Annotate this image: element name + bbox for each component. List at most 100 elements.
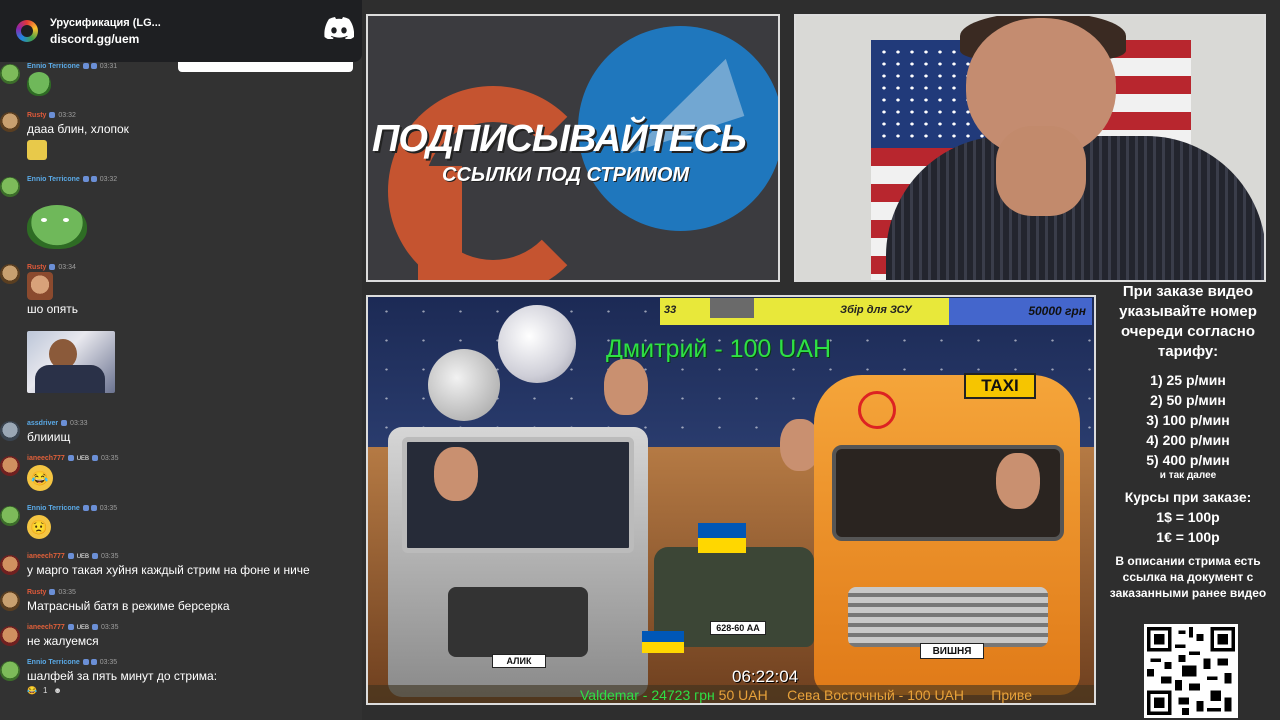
promo-subtitle: ССЫЛКИ ПОД СТРИМОМ <box>442 164 690 186</box>
user-badge: UEB <box>76 456 90 462</box>
username[interactable]: assdriver <box>27 420 58 427</box>
pepe-laugh-emote <box>27 205 87 249</box>
message-text: блииищ <box>27 430 71 444</box>
reaction-count: 1 <box>42 686 48 695</box>
donation-goal-label: Збір для ЗСУ <box>840 304 912 316</box>
message-text: у марго такая хуйня каждый стрим на фоне… <box>27 563 310 577</box>
ukraine-flag-icon <box>642 631 684 653</box>
user-badge: UEB <box>76 554 90 560</box>
satellite-dish-image <box>428 349 500 421</box>
ukraine-flag-icon <box>698 523 746 553</box>
tariff-item: 2) 50 р/мин <box>1150 392 1226 408</box>
timestamp: 03:35 <box>99 505 118 512</box>
message-reactions[interactable]: 😂 1 ☻ <box>27 686 62 695</box>
avatar <box>0 112 20 132</box>
qr-code-icon[interactable] <box>1144 624 1238 718</box>
donation-alert: Дмитрий - 100 UAH <box>606 335 832 363</box>
timestamp: 03:32 <box>99 176 118 183</box>
username[interactable]: Ennio Terricone <box>27 63 80 70</box>
avatar <box>0 264 20 284</box>
timestamp: 03:31 <box>99 63 118 70</box>
no-entry-sign-icon <box>858 391 896 429</box>
truck-plate: АЛИК <box>492 654 546 668</box>
tariff-list: 1) 25 р/мин 2) 50 р/мин 3) 100 р/мин 4) … <box>1104 370 1272 481</box>
tank-plate: 628-60 АА <box>710 621 766 635</box>
username[interactable]: Ennio Terricone <box>27 176 80 183</box>
tariff-item: 1) 25 р/мин <box>1150 372 1226 388</box>
username[interactable]: Rusty <box>27 589 46 596</box>
rate-eur: 1€ = 100р <box>1156 529 1220 545</box>
laughing-emoji: 😂 <box>27 465 53 491</box>
username[interactable]: Ennio Terricone <box>27 659 80 666</box>
avatar <box>0 456 20 476</box>
stream-layout: Урусификация (LG... discord.gg/uem Ennio… <box>0 0 1280 720</box>
tariff-info-panel: При заказе видео указывайте номер очеред… <box>1104 282 1272 601</box>
timestamp: 03:35 <box>58 589 76 596</box>
server-name: Урусификация (LG... <box>50 16 161 29</box>
avatar <box>0 64 20 84</box>
ticker-entry: 50 UAH <box>718 687 768 703</box>
donation-ticker: Valdemar - 24723 грн 50 UAH Сева Восточн… <box>368 685 1094 703</box>
avatar <box>0 421 20 441</box>
webcam-feed <box>794 14 1266 282</box>
tariff-more: и так далее <box>1159 470 1217 481</box>
van-plate: ВИШНЯ <box>920 643 984 659</box>
webcam-clip-thumbnail <box>27 331 115 393</box>
username[interactable]: Ennio Terricone <box>27 505 80 512</box>
small-emote <box>27 140 47 160</box>
face-emote <box>27 272 53 300</box>
ticker-entry: Сева Восточный - 100 UAH <box>787 687 965 703</box>
moon-image <box>498 305 576 383</box>
donation-goal-amount: 50000 грн <box>1028 304 1086 318</box>
courses-title: Курсы при заказе: <box>1124 489 1252 505</box>
avatar <box>0 661 20 681</box>
username[interactable]: Rusty <box>27 112 46 119</box>
exchange-rates: Курсы при заказе: 1$ = 100р 1€ = 100р <box>1104 487 1272 547</box>
timestamp: 03:35 <box>99 659 118 666</box>
avatar <box>0 626 20 646</box>
passenger-face <box>434 447 478 501</box>
donation-current: 33 <box>664 304 677 316</box>
timestamp: 03:35 <box>100 455 119 462</box>
description-note: В описании стрима есть ссылка на докумен… <box>1109 554 1267 600</box>
pepe-emote <box>27 72 51 96</box>
avatar <box>0 506 20 526</box>
discord-widget[interactable]: Урусификация (LG... discord.gg/uem <box>0 0 362 62</box>
message-text: Матрасный батя в режиме берсерка <box>27 599 230 613</box>
donation-goal-bar: 33 Збір для ЗСУ 50000 грн <box>660 298 1092 325</box>
username[interactable]: ianeech777 <box>27 553 65 560</box>
timestamp: 03:34 <box>58 264 76 271</box>
stream-timer: 06:22:04 <box>732 667 799 686</box>
username[interactable]: ianeech777 <box>27 624 65 631</box>
message-text: дааа блин, хлопок <box>27 122 129 136</box>
tariff-item: 4) 200 р/мин <box>1146 432 1230 448</box>
server-icon <box>16 20 38 42</box>
username[interactable]: ianeech777 <box>27 455 65 462</box>
passenger-face <box>604 359 648 415</box>
streamer-hand <box>996 126 1086 216</box>
tariff-item: 3) 100 р/мин <box>1146 412 1230 428</box>
message-text: шалфей за пять минут до стрима: <box>27 669 218 683</box>
avatar <box>0 591 20 611</box>
ticker-entry: Valdemar - 24723 грн <box>580 687 715 703</box>
timestamp: 03:35 <box>100 624 119 631</box>
promo-title: ПОДПИСЫВАЙТЕСЬ <box>372 118 747 160</box>
discord-icon <box>324 17 354 39</box>
engine-image <box>448 587 588 657</box>
message-text: шо опять <box>27 302 79 316</box>
user-badge: UEB <box>76 625 90 631</box>
stream-content-panel: 33 Збір для ЗСУ 50000 грн Дмитрий - 100 … <box>366 295 1096 705</box>
message-text: не жалуемся <box>27 634 99 648</box>
subscribe-promo-panel: ПОДПИСЫВАЙТЕСЬ ССЫЛКИ ПОД СТРИМОМ <box>366 14 780 282</box>
worried-emoji: 😟 <box>27 515 51 539</box>
taxi-sign: TAXI <box>964 373 1036 399</box>
tariff-item: 5) 400 р/мин <box>1146 452 1230 468</box>
avatar <box>0 177 20 197</box>
add-reaction-icon[interactable]: ☻ <box>53 686 61 695</box>
server-invite-link[interactable]: discord.gg/uem <box>50 32 161 46</box>
avatar <box>0 555 20 575</box>
timestamp: 03:33 <box>70 420 88 427</box>
ticker-entry: Приве <box>991 687 1032 703</box>
tariff-heading: При заказе видео указывайте номер очеред… <box>1119 283 1257 360</box>
username[interactable]: Rusty <box>27 264 46 271</box>
